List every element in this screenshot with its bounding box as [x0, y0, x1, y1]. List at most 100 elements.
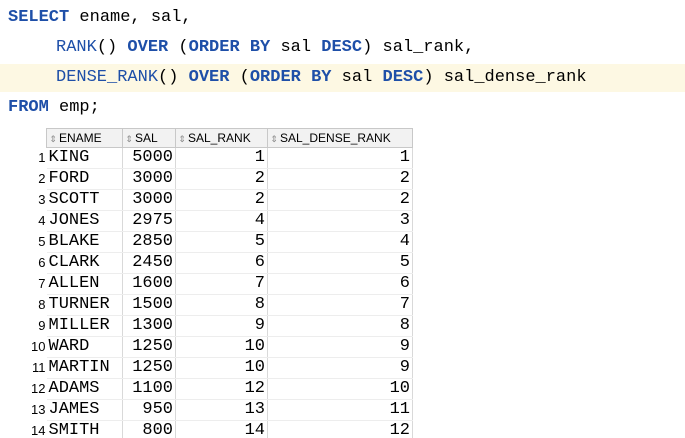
cell-sal[interactable]: 1250 [122, 336, 176, 358]
cell-sal-dense-rank[interactable]: 9 [267, 336, 413, 358]
cell-sal[interactable]: 3000 [122, 168, 176, 190]
cell-ename[interactable]: MARTIN [46, 357, 123, 379]
cell-sal[interactable]: 2450 [122, 252, 176, 274]
table-row[interactable]: 3 SCOTT 3000 2 2 [8, 189, 413, 211]
column-header-sal-rank[interactable]: ⇕ SAL_RANK [175, 128, 268, 148]
cell-sal[interactable]: 5000 [122, 147, 176, 169]
sort-arrows-icon[interactable]: ⇕ [178, 134, 186, 143]
cell-sal-dense-rank[interactable]: 10 [267, 378, 413, 400]
table-row[interactable]: 14 SMITH 800 14 12 [8, 420, 413, 438]
cell-sal-rank[interactable]: 6 [175, 252, 268, 274]
alias-text: ) sal_dense_rank [423, 68, 587, 87]
code-line-2[interactable]: RANK() OVER (ORDER BY sal DESC) sal_rank… [56, 35, 474, 61]
cell-ename[interactable]: BLAKE [46, 231, 123, 253]
cell-sal-rank[interactable]: 13 [175, 399, 268, 421]
cell-sal-rank[interactable]: 1 [175, 147, 268, 169]
cell-ename[interactable]: SMITH [46, 420, 123, 438]
cell-sal-rank[interactable]: 2 [175, 189, 268, 211]
cell-sal[interactable]: 1300 [122, 315, 176, 337]
cell-sal[interactable]: 3000 [122, 189, 176, 211]
parens-text: () [96, 38, 128, 57]
cell-ename[interactable]: ADAMS [46, 378, 123, 400]
header-row: ⇕ ENAME ⇕ SAL ⇕ SAL_RANK ⇕ SAL_DENSE_RANK [8, 128, 413, 148]
cell-sal-rank[interactable]: 2 [175, 168, 268, 190]
sort-arrows-icon[interactable]: ⇕ [270, 134, 278, 143]
code-line-1[interactable]: SELECT ename, sal, [8, 5, 192, 31]
code-line-3-current[interactable]: DENSE_RANK() OVER (ORDER BY sal DESC) sa… [0, 64, 685, 92]
function-rank: RANK [56, 38, 97, 57]
cell-sal-rank[interactable]: 10 [175, 336, 268, 358]
row-number: 12 [31, 381, 46, 396]
cell-sal-dense-rank[interactable]: 11 [267, 399, 413, 421]
cell-sal-dense-rank[interactable]: 7 [267, 294, 413, 316]
cell-ename[interactable]: JONES [46, 210, 123, 232]
cell-sal[interactable]: 1600 [122, 273, 176, 295]
cell-sal-rank[interactable]: 10 [175, 357, 268, 379]
cell-sal-dense-rank[interactable]: 3 [267, 210, 413, 232]
row-number: 13 [31, 402, 46, 417]
code-line-4[interactable]: FROM emp; [8, 95, 100, 121]
cell-sal-rank[interactable]: 12 [175, 378, 268, 400]
cell-sal-dense-rank[interactable]: 4 [267, 231, 413, 253]
table-row[interactable]: 12 ADAMS 1100 12 10 [8, 378, 413, 400]
cell-sal-dense-rank[interactable]: 5 [267, 252, 413, 274]
cell-sal[interactable]: 800 [122, 420, 176, 438]
cell-sal[interactable]: 1250 [122, 357, 176, 379]
table-row[interactable]: 1 KING 5000 1 1 [8, 147, 413, 169]
column-header-sal[interactable]: ⇕ SAL [122, 128, 176, 148]
cell-sal-rank[interactable]: 5 [175, 231, 268, 253]
row-number: 8 [38, 297, 46, 312]
cell-ename[interactable]: TURNER [46, 294, 123, 316]
function-dense-rank: DENSE_RANK [56, 68, 159, 87]
cell-sal[interactable]: 1500 [122, 294, 176, 316]
cell-ename[interactable]: CLARK [46, 252, 123, 274]
column-text: sal [331, 68, 383, 87]
column-header-sal-dense-rank[interactable]: ⇕ SAL_DENSE_RANK [267, 128, 413, 148]
table-row[interactable]: 5 BLAKE 2850 5 4 [8, 231, 413, 253]
column-header-label: SAL_DENSE_RANK [280, 131, 391, 145]
cell-sal-rank[interactable]: 8 [175, 294, 268, 316]
cell-sal-rank[interactable]: 14 [175, 420, 268, 438]
table-row[interactable]: 11 MARTIN 1250 10 9 [8, 357, 413, 379]
table-row[interactable]: 13 JAMES 950 13 11 [8, 399, 413, 421]
row-number: 2 [38, 171, 46, 186]
table-row[interactable]: 8 TURNER 1500 8 7 [8, 294, 413, 316]
row-number: 3 [38, 192, 46, 207]
cell-sal-dense-rank[interactable]: 1 [267, 147, 413, 169]
cell-sal-rank[interactable]: 9 [175, 315, 268, 337]
table-row[interactable]: 2 FORD 3000 2 2 [8, 168, 413, 190]
cell-ename[interactable]: ALLEN [46, 273, 123, 295]
cell-ename[interactable]: FORD [46, 168, 123, 190]
row-number: 14 [31, 423, 46, 438]
table-row[interactable]: 9 MILLER 1300 9 8 [8, 315, 413, 337]
cell-sal-rank[interactable]: 4 [175, 210, 268, 232]
cell-sal-dense-rank[interactable]: 2 [267, 168, 413, 190]
sort-arrows-icon[interactable]: ⇕ [49, 134, 57, 143]
cell-ename[interactable]: MILLER [46, 315, 123, 337]
cell-ename[interactable]: KING [46, 147, 123, 169]
table-row[interactable]: 4 JONES 2975 4 3 [8, 210, 413, 232]
cell-sal[interactable]: 2975 [122, 210, 176, 232]
cell-sal[interactable]: 2850 [122, 231, 176, 253]
row-number-header [8, 128, 47, 148]
cell-sal[interactable]: 950 [122, 399, 176, 421]
cell-sal[interactable]: 1100 [122, 378, 176, 400]
open-paren-text: ( [168, 38, 189, 57]
cell-sal-rank[interactable]: 7 [175, 273, 268, 295]
table-row[interactable]: 10 WARD 1250 10 9 [8, 336, 413, 358]
cell-sal-dense-rank[interactable]: 12 [267, 420, 413, 438]
cell-sal-dense-rank[interactable]: 2 [267, 189, 413, 211]
table-row[interactable]: 7 ALLEN 1600 7 6 [8, 273, 413, 295]
cell-ename[interactable]: SCOTT [46, 189, 123, 211]
sort-arrows-icon[interactable]: ⇕ [125, 134, 133, 143]
table-row[interactable]: 6 CLARK 2450 6 5 [8, 252, 413, 274]
cell-sal-dense-rank[interactable]: 9 [267, 357, 413, 379]
keyword-select: SELECT [8, 8, 70, 27]
keyword-desc: DESC [382, 68, 424, 87]
cell-ename[interactable]: JAMES [46, 399, 123, 421]
row-number: 5 [38, 234, 46, 249]
cell-sal-dense-rank[interactable]: 6 [267, 273, 413, 295]
cell-ename[interactable]: WARD [46, 336, 123, 358]
cell-sal-dense-rank[interactable]: 8 [267, 315, 413, 337]
column-header-ename[interactable]: ⇕ ENAME [46, 128, 123, 148]
